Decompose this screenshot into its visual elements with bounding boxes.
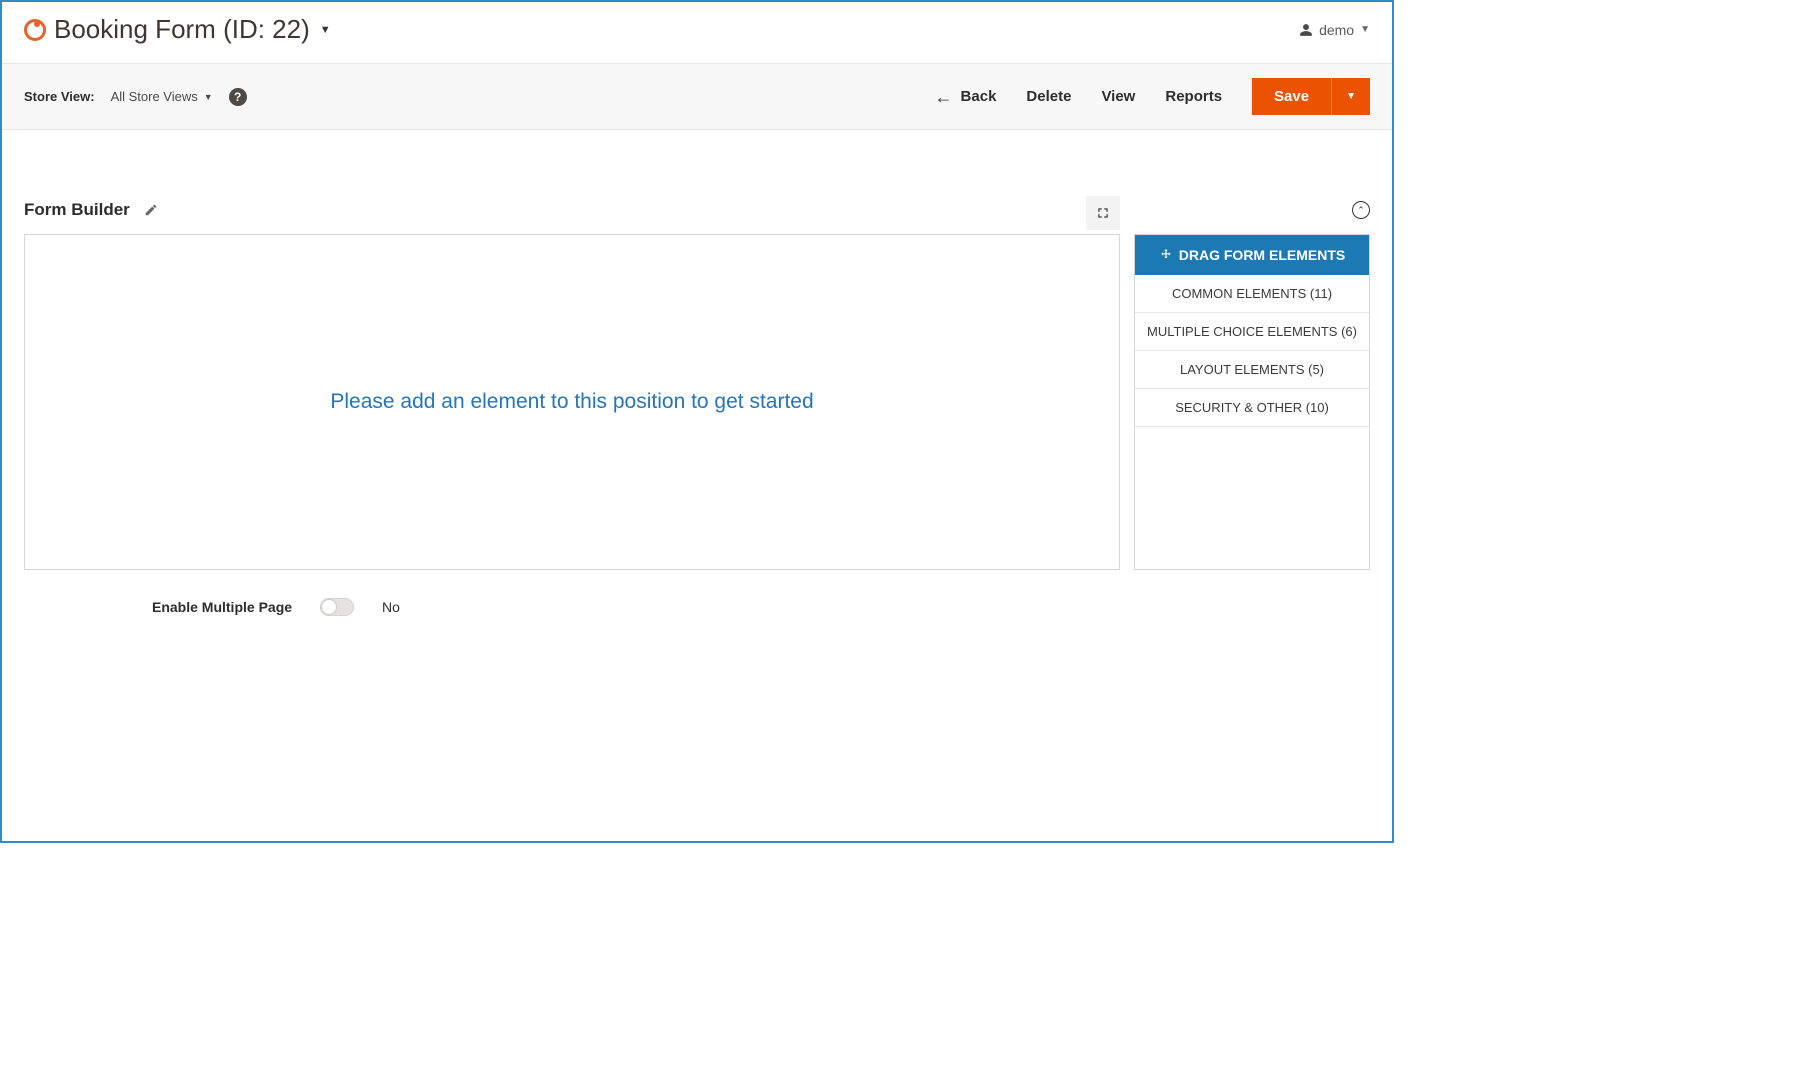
pencil-icon[interactable]: [144, 203, 158, 217]
help-icon[interactable]: ?: [229, 88, 247, 106]
palette-group-security[interactable]: SECURITY & OTHER (10): [1135, 389, 1369, 427]
reports-button[interactable]: Reports: [1165, 88, 1222, 105]
collapse-icon[interactable]: ⌃: [1352, 201, 1370, 219]
caret-down-icon: ▼: [1346, 91, 1356, 102]
section-title: Form Builder: [24, 200, 130, 220]
palette-group-common[interactable]: COMMON ELEMENTS (11): [1135, 275, 1369, 313]
page-title: Booking Form (ID: 22) ▼: [54, 14, 331, 45]
palette-header-label: DRAG FORM ELEMENTS: [1179, 247, 1345, 263]
chevron-down-icon: ▼: [204, 92, 213, 102]
store-view-label: Store View:: [24, 89, 95, 104]
delete-label: Delete: [1026, 88, 1071, 105]
logo-icon: [24, 19, 46, 41]
title-dropdown-caret[interactable]: ▼: [320, 24, 331, 36]
palette-header: DRAG FORM ELEMENTS: [1135, 235, 1369, 275]
save-button[interactable]: Save: [1252, 78, 1331, 115]
user-name: demo: [1319, 22, 1354, 38]
enable-multiple-page-toggle[interactable]: [320, 598, 354, 616]
back-button[interactable]: ← Back: [935, 88, 997, 106]
user-icon: [1299, 23, 1313, 37]
expand-button[interactable]: [1086, 196, 1120, 230]
drag-icon: [1159, 248, 1173, 262]
elements-palette: DRAG FORM ELEMENTS COMMON ELEMENTS (11) …: [1134, 234, 1370, 570]
form-canvas[interactable]: Please add an element to this position t…: [24, 234, 1120, 570]
back-label: Back: [961, 88, 997, 105]
view-button[interactable]: View: [1101, 88, 1135, 105]
reports-label: Reports: [1165, 88, 1222, 105]
page-title-wrap: Booking Form (ID: 22) ▼: [24, 14, 331, 45]
view-label: View: [1101, 88, 1135, 105]
save-label: Save: [1274, 88, 1309, 105]
user-menu[interactable]: demo ▼: [1299, 22, 1370, 38]
toggle-knob: [321, 599, 337, 615]
store-view-select[interactable]: All Store Views ▼: [111, 89, 213, 104]
canvas-placeholder: Please add an element to this position t…: [330, 390, 813, 414]
store-view-value: All Store Views: [111, 89, 198, 104]
palette-group-layout[interactable]: LAYOUT ELEMENTS (5): [1135, 351, 1369, 389]
page-title-text: Booking Form (ID: 22): [54, 14, 310, 45]
palette-group-multiple-choice[interactable]: MULTIPLE CHOICE ELEMENTS (6): [1135, 313, 1369, 351]
expand-icon: [1096, 206, 1110, 220]
save-dropdown-toggle[interactable]: ▼: [1331, 78, 1370, 115]
chevron-up-icon: ⌃: [1357, 206, 1365, 215]
delete-button[interactable]: Delete: [1026, 88, 1071, 105]
enable-multiple-page-label: Enable Multiple Page: [152, 599, 292, 615]
user-caret-icon: ▼: [1360, 24, 1370, 35]
enable-multiple-page-value: No: [382, 599, 400, 615]
arrow-left-icon: ←: [935, 88, 953, 106]
